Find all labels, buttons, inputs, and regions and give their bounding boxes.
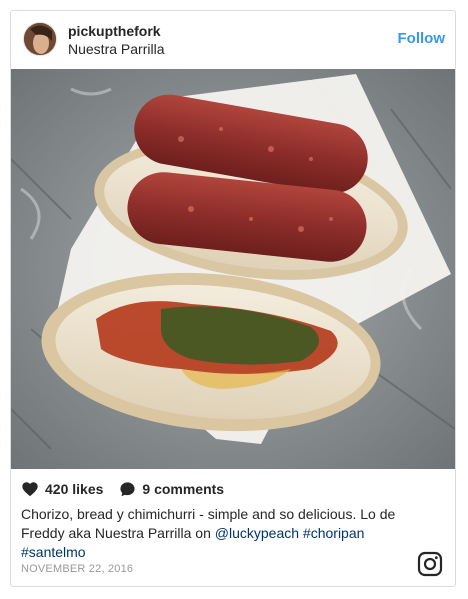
likes-count[interactable]: 420 likes (45, 481, 103, 497)
hashtag-link[interactable]: #santelmo (21, 544, 86, 560)
post-header: pickupthefork Nuestra Parrilla Follow (11, 11, 455, 69)
post-caption: Chorizo, bread y chimichurri - simple an… (21, 505, 421, 562)
instagram-embed-card: pickupthefork Nuestra Parrilla Follow 42… (10, 10, 456, 587)
mention-link[interactable]: @luckypeach (215, 525, 299, 541)
comment-icon[interactable] (119, 481, 136, 498)
location[interactable]: Nuestra Parrilla (68, 41, 164, 57)
instagram-icon[interactable] (417, 551, 443, 577)
comments-count[interactable]: 9 comments (142, 481, 224, 497)
hashtag-link[interactable]: #choripan (303, 525, 365, 541)
post-photo[interactable] (11, 69, 455, 469)
avatar[interactable] (23, 22, 57, 56)
post-date: NOVEMBER 22, 2016 (21, 563, 134, 575)
follow-button[interactable]: Follow (398, 30, 446, 47)
heart-icon[interactable] (21, 481, 39, 497)
username[interactable]: pickupthefork (68, 23, 161, 39)
action-bar: 420 likes 9 comments (21, 479, 224, 499)
